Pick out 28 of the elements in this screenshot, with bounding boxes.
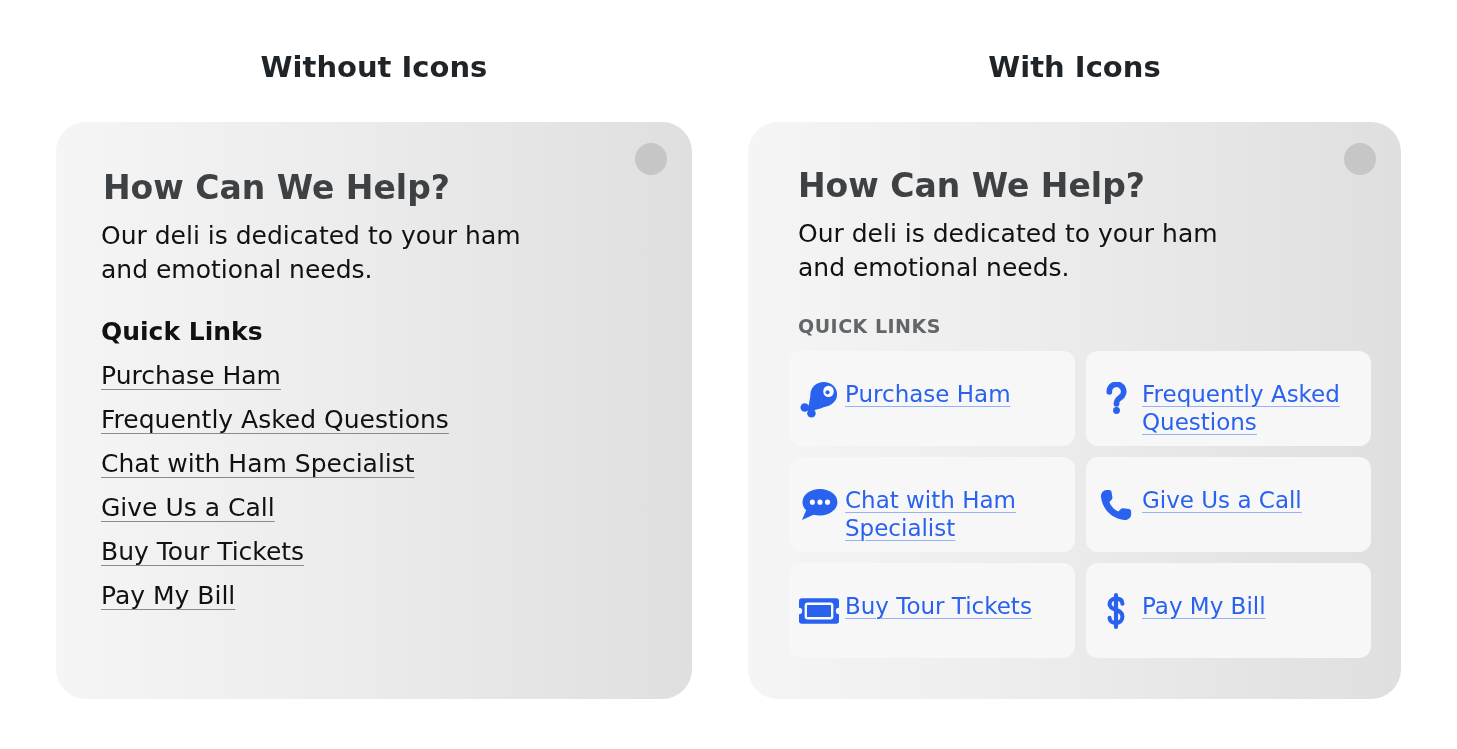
quick-link[interactable]: Buy Tour Tickets	[101, 530, 305, 574]
quick-link[interactable]: Frequently Asked Questions	[101, 398, 449, 442]
circle-icon	[1344, 143, 1376, 175]
section-heading: With Icons	[988, 49, 1161, 85]
card-title: How Can We Help?	[798, 166, 1145, 206]
ticket-icon	[799, 597, 839, 624]
quick-link[interactable]: Give Us a Call	[101, 486, 275, 530]
card-description: Our deli is dedicated to your ham and emotional needs.	[798, 218, 1219, 284]
card-description: Our deli is dedicated to your ham and emotional needs.	[101, 220, 522, 286]
question-icon	[1104, 382, 1128, 415]
links-heading: Quick Links	[101, 316, 263, 348]
dollar-icon	[1105, 591, 1127, 630]
link-tile[interactable]: Give Us a Call	[1086, 457, 1371, 552]
chat-bubble-icon	[800, 487, 838, 522]
card-title: How Can We Help?	[103, 168, 450, 208]
quick-link[interactable]: Chat with Ham Specialist	[101, 442, 415, 486]
link-tile[interactable]: Pay My Bill	[1086, 563, 1371, 658]
link-tile[interactable]: Buy Tour Tickets	[789, 563, 1075, 658]
quick-link[interactable]: Purchase Ham	[101, 354, 281, 398]
quick-link[interactable]: Pay My Bill	[101, 574, 236, 618]
circle-icon	[635, 143, 667, 175]
phone-icon	[1099, 487, 1133, 522]
link-tile[interactable]: Purchase Ham	[789, 351, 1075, 446]
meat-icon	[800, 379, 838, 418]
link-tile[interactable]: Chat with Ham Specialist	[789, 457, 1075, 552]
section-heading: Without Icons	[260, 49, 488, 85]
link-tile[interactable]: Frequently Asked Questions	[1086, 351, 1371, 446]
links-heading: QUICK LINKS	[798, 314, 941, 339]
